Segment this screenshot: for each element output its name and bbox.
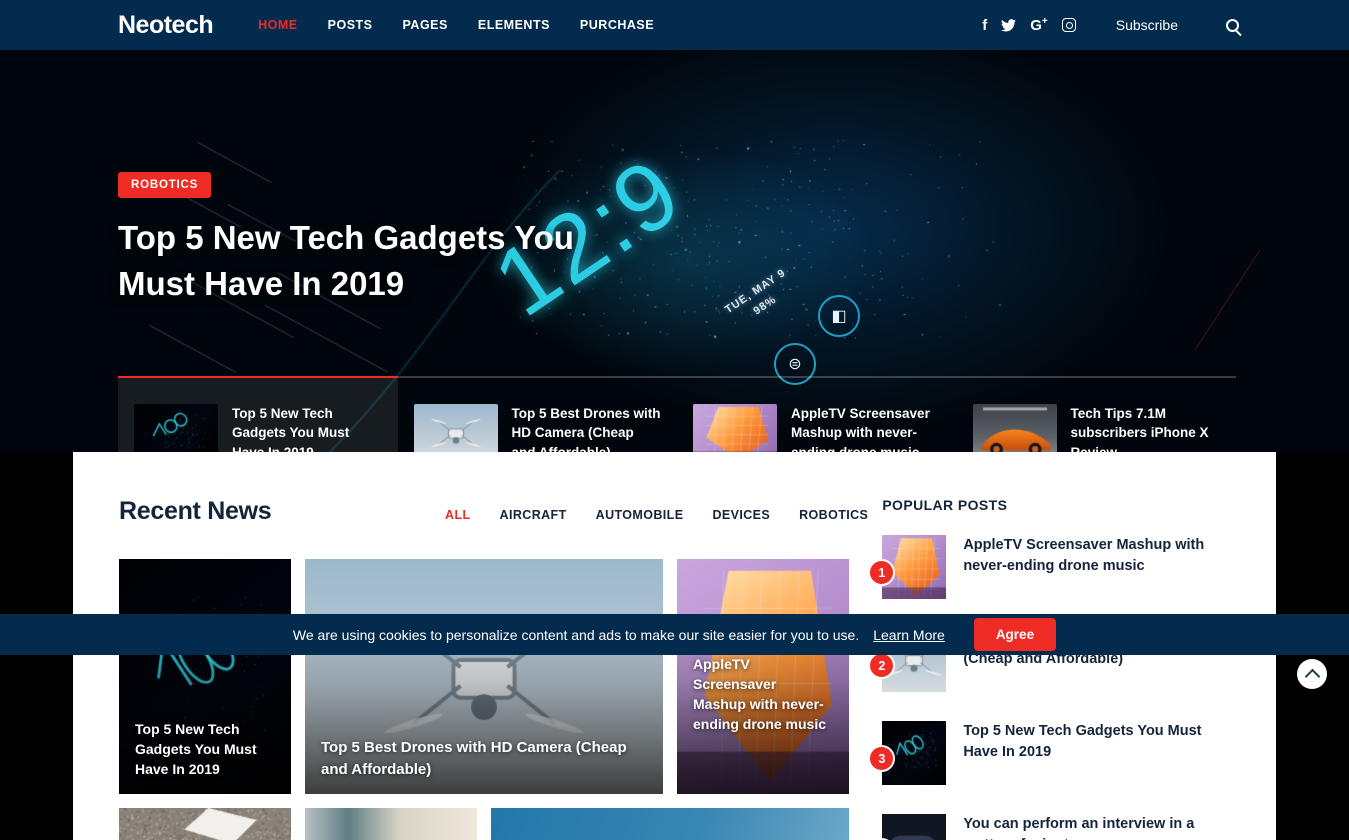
popular-post-thumb: [882, 814, 946, 840]
filter-devices[interactable]: DEVICES: [712, 508, 770, 522]
page-title: Recent News: [119, 497, 271, 526]
hero-slide-thumb-3[interactable]: AppleTV Screensaver Mashup with never-en…: [677, 378, 957, 452]
news-card[interactable]: Top 5 New Tech Gadgets You Must Have In …: [119, 559, 291, 794]
search-icon[interactable]: [1226, 19, 1239, 32]
popular-post-title: You can perform an interview in a matter…: [963, 814, 1230, 840]
filter-automobile[interactable]: AUTOMOBILE: [596, 508, 684, 522]
google-plus-icon[interactable]: G+: [1030, 17, 1048, 33]
hero-slide-thumb-title: Tech Tips 7.1M subscribers iPhone X Revi…: [1071, 404, 1221, 452]
news-card-title: Top 5 Best Drones with HD Camera (Cheap …: [321, 737, 647, 780]
hero-slide-thumb-title: Top 5 New Tech Gadgets You Must Have In …: [232, 404, 382, 452]
news-card-title: Top 5 New Tech Gadgets You Must Have In …: [135, 720, 275, 780]
recent-news-section: Recent News ALL AIRCRAFT AUTOMOBILE DEVI…: [119, 497, 868, 840]
news-card[interactable]: [119, 808, 291, 840]
hero-slide-thumb-1[interactable]: Top 5 New Tech Gadgets You Must Have In …: [118, 378, 398, 452]
news-card[interactable]: AppleTV Screensaver Mashup with never-en…: [677, 559, 849, 794]
news-grid-row-2: [119, 808, 868, 840]
popular-post-title: AppleTV Screensaver Mashup with never-en…: [963, 535, 1230, 576]
news-card[interactable]: [491, 808, 849, 840]
nav-item-posts[interactable]: POSTS: [328, 18, 373, 32]
scroll-to-top-button[interactable]: [1297, 659, 1327, 689]
social-links: f G+: [982, 17, 1076, 33]
sidebar: POPULAR POSTS 1 AppleTV Screensaver Mash…: [882, 497, 1230, 840]
instagram-icon[interactable]: [1062, 18, 1076, 32]
main-navigation: HOME POSTS PAGES ELEMENTS PURCHASE: [258, 18, 654, 32]
hero-slide-thumb-title: AppleTV Screensaver Mashup with never-en…: [791, 404, 941, 452]
site-logo[interactable]: Neotech: [118, 11, 213, 40]
news-grid: Top 5 New Tech Gadgets You Must Have In …: [119, 559, 868, 794]
subscribe-link[interactable]: Subscribe: [1116, 17, 1178, 33]
news-card-image: [305, 808, 477, 840]
hero-slide-thumb-4[interactable]: Tech Tips 7.1M subscribers iPhone X Revi…: [957, 378, 1237, 452]
hero-category-badge[interactable]: ROBOTICS: [118, 172, 211, 198]
hero-thumb-strip: Top 5 New Tech Gadgets You Must Have In …: [118, 378, 1236, 452]
hero-slide-thumb-title: Top 5 Best Drones with HD Camera (Cheap …: [512, 404, 662, 452]
cookie-learn-more-link[interactable]: Learn More: [873, 627, 945, 643]
cookie-message: We are using cookies to personalize cont…: [293, 627, 859, 643]
facebook-icon[interactable]: f: [982, 18, 987, 33]
nav-item-purchase[interactable]: PURCHASE: [580, 18, 654, 32]
hero-camera-icon: ◧: [818, 295, 860, 337]
sidebar-title: POPULAR POSTS: [882, 497, 1230, 513]
header-actions: f G+ Subscribe: [982, 17, 1239, 33]
category-filters: ALL AIRCRAFT AUTOMOBILE DEVICES ROBOTICS: [445, 508, 868, 524]
news-card-image: [491, 808, 849, 840]
site-header: Neotech HOME POSTS PAGES ELEMENTS PURCHA…: [0, 0, 1349, 50]
twitter-icon[interactable]: [1001, 19, 1016, 32]
hero-slide-thumb-2[interactable]: Top 5 Best Drones with HD Camera (Cheap …: [398, 378, 678, 452]
cookie-consent-banner: We are using cookies to personalize cont…: [0, 614, 1349, 655]
news-card-image: [119, 808, 291, 840]
popular-post-item[interactable]: 1 AppleTV Screensaver Mashup with never-…: [882, 535, 1230, 599]
hero-slide-thumb-image: [414, 404, 498, 452]
news-card[interactable]: [305, 808, 477, 840]
popular-post-item[interactable]: 3 Top 5 New Tech Gadgets You Must Have I…: [882, 721, 1230, 785]
popular-post-item[interactable]: 4 You can perform an interview in a matt…: [882, 814, 1230, 840]
hero-slider: 12:9 TUE, MAY 9 98% ◧ ⊜ ROBOTICS Top 5 N…: [0, 50, 1349, 452]
nav-item-elements[interactable]: ELEMENTS: [478, 18, 550, 32]
hero-slide-thumb-image: [693, 404, 777, 452]
nav-item-home[interactable]: HOME: [258, 18, 298, 32]
hero-title[interactable]: Top 5 New Tech Gadgets You Must Have In …: [118, 215, 588, 307]
filter-all[interactable]: ALL: [445, 508, 471, 522]
news-card-title: AppleTV Screensaver Mashup with never-en…: [693, 655, 833, 735]
cookie-agree-button[interactable]: Agree: [974, 618, 1056, 651]
filter-aircraft[interactable]: AIRCRAFT: [500, 508, 567, 522]
hero-slide-thumb-image: [973, 404, 1057, 452]
hero-slide-thumb-image: [134, 404, 218, 452]
news-card[interactable]: Top 5 Best Drones with HD Camera (Cheap …: [305, 559, 663, 794]
popular-post-title: Top 5 New Tech Gadgets You Must Have In …: [963, 721, 1230, 762]
filter-robotics[interactable]: ROBOTICS: [799, 508, 868, 522]
nav-item-pages[interactable]: PAGES: [403, 18, 448, 32]
